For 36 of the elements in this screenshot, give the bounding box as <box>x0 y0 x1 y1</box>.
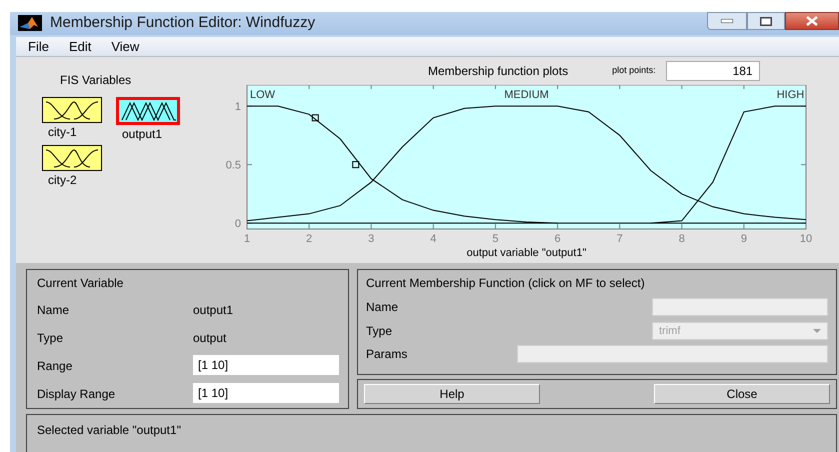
x-tick-label: 9 <box>740 233 747 245</box>
x-axis-label: output variable "output1" <box>466 247 586 259</box>
field-label: Type <box>366 323 392 340</box>
field-value: output1 <box>193 302 234 319</box>
curve-label: HIGH <box>776 89 804 101</box>
plot-points-label: plot points: <box>612 64 656 78</box>
y-tick-label: 1 <box>234 101 241 114</box>
panel-title: Current Variable <box>37 275 124 292</box>
field-label: Display Range <box>37 386 116 403</box>
variable-label: output1 <box>122 126 162 143</box>
variable-label: city-1 <box>48 124 77 141</box>
x-tick-label: 6 <box>554 233 561 245</box>
x-tick-label: 7 <box>616 233 623 245</box>
x-tick-label: 10 <box>800 233 812 245</box>
y-tick-label: 0.5 <box>226 160 241 172</box>
x-tick-label: 3 <box>368 233 374 245</box>
field-value: output <box>193 330 228 347</box>
section-title: FIS Variables <box>60 72 132 89</box>
y-tick-label: 0 <box>234 218 241 230</box>
curve-label: MEDIUM <box>504 89 549 101</box>
panel-title: Current Membership Function (click on MF to select) <box>366 275 646 292</box>
field-label: Type <box>37 330 64 347</box>
status-text: Selected variable "output1" <box>37 423 181 437</box>
plot-title: Membership function plots <box>428 63 568 80</box>
curve-label: LOW <box>250 89 276 101</box>
window-title: Membership Function Editor: Windfuzzy <box>50 13 316 33</box>
field-label: Range <box>37 358 74 375</box>
x-tick-label: 5 <box>492 233 498 245</box>
x-tick-label: 4 <box>430 233 436 245</box>
x-tick-label: 1 <box>244 233 250 245</box>
field-label: Name <box>37 302 70 319</box>
x-tick-label: 8 <box>678 233 685 245</box>
x-tick-label: 2 <box>306 233 312 245</box>
field-label: Params <box>366 346 408 363</box>
field-label: Name <box>366 299 398 316</box>
variable-label: city-2 <box>48 172 77 189</box>
